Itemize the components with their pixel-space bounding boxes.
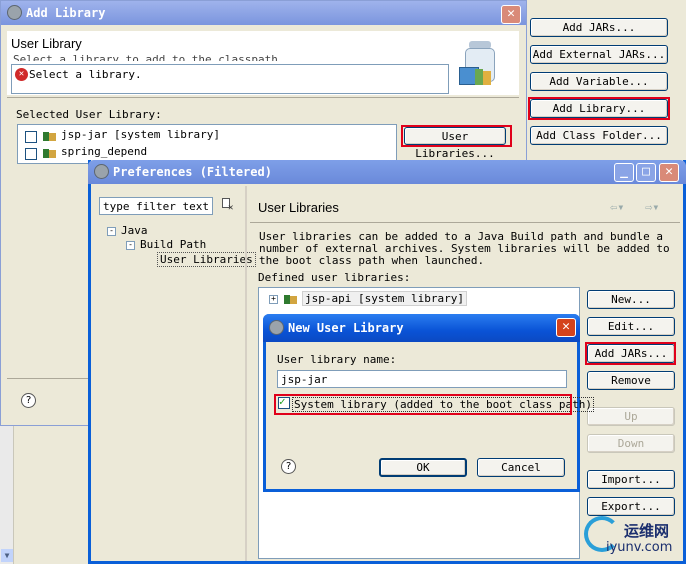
- error-icon: ✕: [15, 68, 28, 81]
- forward-arrow-icon[interactable]: ⇨▾: [645, 200, 659, 214]
- collapse-build-path-icon[interactable]: -: [126, 241, 135, 250]
- add-external-jars-button[interactable]: Add External JARs...: [530, 45, 668, 64]
- library-checkbox[interactable]: [25, 148, 37, 160]
- collapse-java-icon[interactable]: -: [107, 227, 116, 236]
- highlight-user-libraries: [401, 125, 512, 147]
- watermark: 运维网 iyunv.com: [580, 514, 684, 562]
- add-library-close-button[interactable]: ✕: [501, 5, 521, 24]
- preferences-close-button[interactable]: ✕: [659, 163, 679, 182]
- library-name-input[interactable]: jsp-jar: [277, 370, 567, 388]
- add-library-title: Add Library: [26, 6, 106, 20]
- library-list: jsp-jar [system library] spring_depend: [17, 124, 397, 164]
- window-icon: [94, 164, 109, 179]
- background-scrollbar[interactable]: ▼: [0, 426, 14, 564]
- add-variable-button[interactable]: Add Variable...: [530, 72, 668, 91]
- add-class-folder-button[interactable]: Add Class Folder...: [530, 126, 668, 145]
- maximize-button[interactable]: □: [636, 163, 656, 182]
- cancel-button[interactable]: Cancel: [477, 458, 565, 477]
- back-arrow-icon[interactable]: ⇦▾: [610, 200, 624, 214]
- user-libraries-description: User libraries can be added to a Java Bu…: [259, 230, 670, 267]
- library-item[interactable]: jsp-api [system library]: [302, 291, 467, 306]
- filter-input[interactable]: type filter text: [99, 197, 213, 215]
- highlight-add-library: [528, 97, 670, 120]
- library-jar-icon: [43, 148, 57, 158]
- add-library-header: User Library Select a library to add to …: [7, 31, 519, 95]
- scroll-down-icon[interactable]: ▼: [1, 549, 13, 562]
- tree-item-java[interactable]: Java: [121, 224, 148, 237]
- defined-libraries-label: Defined user libraries:: [258, 271, 411, 284]
- highlight-system-library: [274, 394, 572, 415]
- library-checkbox[interactable]: [25, 131, 37, 143]
- new-library-titlebar: New User Library: [263, 314, 580, 342]
- new-library-title: New User Library: [288, 321, 404, 335]
- expand-library-icon[interactable]: +: [269, 295, 278, 304]
- library-jar-icon: [459, 41, 503, 87]
- library-jar-icon: [284, 294, 298, 304]
- library-item[interactable]: spring_depend: [61, 145, 147, 158]
- new-button[interactable]: New...: [587, 290, 675, 309]
- new-button-label: New...: [611, 293, 651, 306]
- help-icon[interactable]: ?: [21, 393, 36, 408]
- selected-user-library-label: Selected User Library:: [16, 108, 162, 121]
- window-icon: [269, 320, 284, 335]
- ok-button[interactable]: OK: [379, 458, 467, 477]
- preferences-title: Preferences (Filtered): [113, 165, 272, 179]
- watermark-url-text: iyunv.com: [606, 540, 673, 555]
- error-message: Select a library.: [29, 68, 142, 81]
- add-library-heading: User Library: [11, 36, 82, 51]
- remove-button[interactable]: Remove: [587, 371, 675, 390]
- add-library-subtitle: Select a library to add to the classpath: [13, 53, 278, 61]
- tree-item-user-libraries[interactable]: User Libraries: [157, 252, 256, 267]
- library-name-label: User library name:: [277, 353, 397, 366]
- preferences-tree: - Java - Build Path User Libraries: [97, 222, 256, 282]
- down-button[interactable]: Down: [587, 434, 675, 453]
- error-message-box: ✕ Select a library.: [11, 64, 449, 94]
- add-library-titlebar: Add Library: [1, 1, 526, 25]
- minimize-button[interactable]: _: [614, 163, 634, 182]
- library-item[interactable]: jsp-jar [system library]: [61, 128, 220, 141]
- new-library-close-button[interactable]: ✕: [556, 318, 576, 337]
- up-button[interactable]: Up: [587, 407, 675, 426]
- new-library-help-icon[interactable]: ?: [281, 459, 296, 474]
- tree-item-build-path[interactable]: Build Path: [140, 238, 206, 251]
- highlight-add-jars: [585, 342, 676, 365]
- preferences-page-title: User Libraries: [258, 200, 339, 215]
- window-icon: [7, 5, 22, 20]
- watermark-cn-text: 运维网: [624, 522, 670, 540]
- library-jar-icon: [43, 131, 57, 141]
- add-jars-button[interactable]: Add JARs...: [530, 18, 668, 37]
- import-button[interactable]: Import...: [587, 470, 675, 489]
- clear-filter-icon[interactable]: ✕: [222, 198, 236, 213]
- preferences-titlebar: Preferences (Filtered): [88, 160, 686, 184]
- edit-button[interactable]: Edit...: [587, 317, 675, 336]
